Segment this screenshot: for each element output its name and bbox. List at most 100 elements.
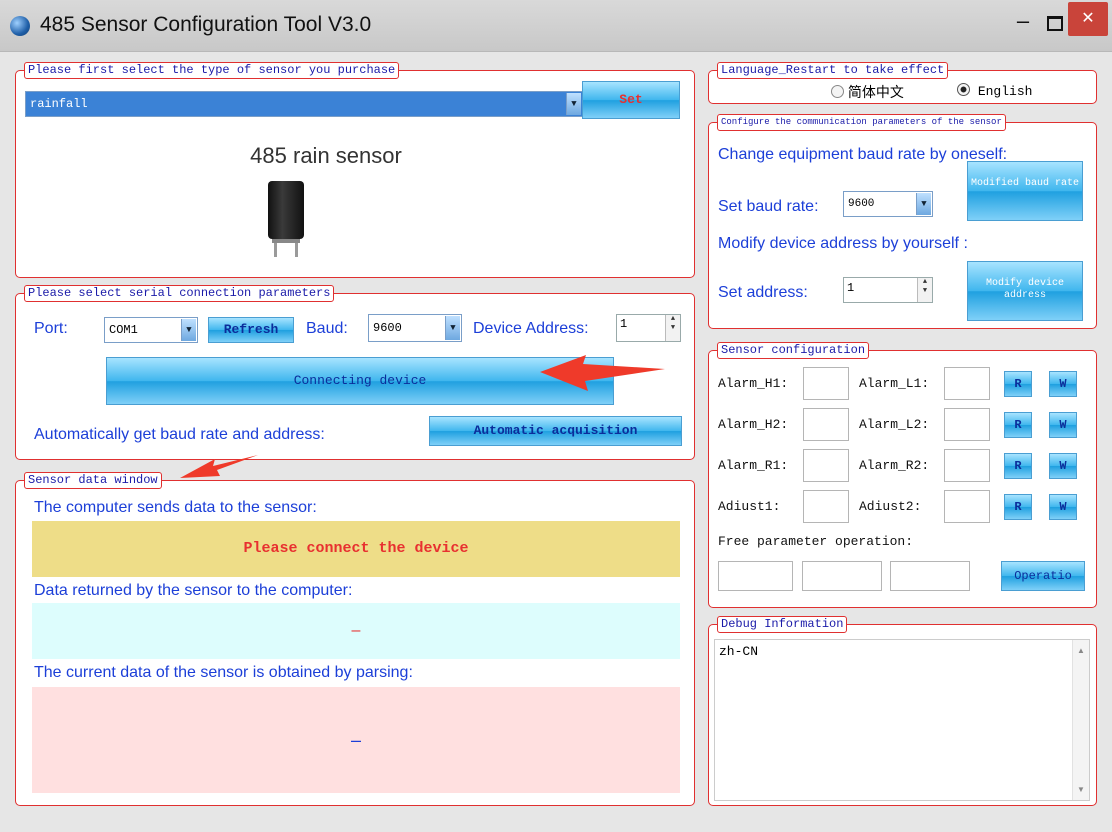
returned-data-value: – [351, 622, 361, 639]
serial-params-group: Please select serial connection paramete… [15, 285, 695, 460]
window-title: 485 Sensor Configuration Tool V3.0 [40, 13, 372, 36]
chevron-down-icon[interactable]: ▼ [181, 319, 196, 341]
alarm-h2-input[interactable] [803, 408, 849, 441]
sensor-data-window-legend: Sensor data window [24, 472, 162, 489]
device-address-label: Device Address: [473, 320, 589, 337]
alarm-l2-input[interactable] [944, 408, 990, 441]
maximize-button[interactable] [1042, 10, 1068, 36]
debug-info-legend: Debug Information [717, 616, 848, 633]
free-param-input-1[interactable] [718, 561, 793, 591]
debug-scrollbar[interactable]: ▲ ▼ [1072, 640, 1089, 800]
device-address-value: 1 [620, 317, 628, 331]
serial-params-legend: Please select serial connection paramete… [24, 285, 335, 302]
free-parameter-label: Free parameter operation: [718, 534, 914, 549]
alarm-r2-input[interactable] [944, 449, 990, 482]
operation-button[interactable]: Operatio [1001, 561, 1085, 591]
close-button[interactable]: ✕ [1068, 2, 1108, 36]
spinner-arrows-icon[interactable]: ▲ ▼ [665, 315, 680, 341]
adjust1-input[interactable] [803, 490, 849, 523]
modify-device-address-button[interactable]: Modify device address [967, 261, 1083, 321]
set-baud-label: Set baud rate: [718, 198, 819, 215]
read-row2-button[interactable]: R [1004, 412, 1032, 438]
adjust2-label: Adiust2: [859, 499, 922, 514]
debug-info-group: Debug Information zh-CN ▲ ▼ [708, 616, 1097, 806]
language-en-label: English [977, 84, 1033, 99]
write-row4-button[interactable]: W [1049, 494, 1077, 520]
device-address-spinner[interactable]: 1 ▲ ▼ [616, 314, 681, 342]
set-address-value: 1 [847, 281, 855, 295]
chevron-down-icon[interactable]: ▼ [916, 193, 931, 215]
alarm-r1-input[interactable] [803, 449, 849, 482]
alarm-l1-label: Alarm_L1: [859, 376, 930, 391]
write-row1-button[interactable]: W [1049, 371, 1077, 397]
free-param-input-2[interactable] [802, 561, 882, 591]
alarm-h2-label: Alarm_H2: [718, 417, 789, 432]
language-group: Language_Restart to take effect 简体中文 Eng… [708, 62, 1097, 104]
sensor-type-legend: Please first select the type of sensor y… [24, 62, 400, 79]
language-legend: Language_Restart to take effect [717, 62, 949, 79]
sensor-config-group: Sensor configuration Alarm_H1: Alarm_L1:… [708, 342, 1097, 608]
auto-get-label: Automatically get baud rate and address: [34, 426, 325, 443]
set-address-spinner[interactable]: 1 ▲ ▼ [843, 277, 933, 303]
returned-label: Data returned by the sensor to the compu… [34, 582, 353, 599]
port-label: Port: [34, 320, 68, 337]
port-value: COM1 [109, 323, 138, 337]
baud-select[interactable]: 9600 ▼ [368, 314, 462, 342]
parsed-data-value: – [350, 730, 361, 750]
radio-unchecked-icon[interactable] [831, 85, 844, 98]
sends-data-box: Please connect the device [32, 521, 680, 577]
chevron-down-icon[interactable]: ▼ [445, 316, 460, 340]
alarm-r2-label: Alarm_R2: [859, 458, 930, 473]
set-sensor-type-button[interactable]: Set [582, 81, 680, 119]
chevron-down-icon[interactable]: ▼ [566, 93, 581, 115]
free-param-input-3[interactable] [890, 561, 970, 591]
app-globe-icon [10, 16, 30, 36]
comm-params-group: Configure the communication parameters o… [708, 114, 1097, 329]
read-row3-button[interactable]: R [1004, 453, 1032, 479]
parsed-label: The current data of the sensor is obtain… [34, 664, 413, 681]
alarm-r1-label: Alarm_R1: [718, 458, 789, 473]
spinner-arrows-icon[interactable]: ▲ ▼ [917, 278, 932, 302]
automatic-acquisition-button[interactable]: Automatic acquisition [429, 416, 682, 446]
scroll-up-icon[interactable]: ▲ [1073, 646, 1089, 655]
sensor-type-group: Please first select the type of sensor y… [15, 62, 695, 278]
adjust1-label: Adiust1: [718, 499, 781, 514]
baud-value: 9600 [373, 321, 402, 335]
baud-label: Baud: [306, 320, 348, 337]
sensor-data-window-group: Sensor data window The computer sends da… [15, 472, 695, 806]
baud-heading: Change equipment baud rate by oneself: [718, 146, 1008, 163]
write-row3-button[interactable]: W [1049, 453, 1077, 479]
parsed-data-box: – [32, 687, 680, 793]
minimize-button[interactable]: – [1010, 10, 1036, 36]
radio-checked-icon[interactable] [957, 83, 970, 96]
set-address-label: Set address: [718, 284, 808, 301]
modified-baud-rate-button[interactable]: Modified baud rate [967, 161, 1083, 221]
sends-label: The computer sends data to the sensor: [34, 499, 317, 516]
refresh-button[interactable]: Refresh [208, 317, 294, 343]
connect-device-button[interactable]: Connecting device [106, 357, 614, 405]
language-option-cn[interactable]: 简体中文 [831, 82, 904, 102]
sensor-name: 485 rain sensor [250, 143, 402, 168]
address-heading: Modify device address by yourself : [718, 235, 968, 252]
sensor-config-legend: Sensor configuration [717, 342, 870, 359]
sends-data-value: Please connect the device [243, 540, 469, 557]
read-row1-button[interactable]: R [1004, 371, 1032, 397]
scroll-down-icon[interactable]: ▼ [1073, 785, 1089, 794]
read-row4-button[interactable]: R [1004, 494, 1032, 520]
debug-textarea[interactable]: zh-CN ▲ ▼ [714, 639, 1090, 801]
set-baud-select[interactable]: 9600 ▼ [843, 191, 933, 217]
sensor-type-select[interactable]: rainfall ▼ [25, 91, 583, 117]
sensor-type-value: rainfall [30, 97, 88, 111]
alarm-l2-label: Alarm_L2: [859, 417, 930, 432]
language-option-en[interactable]: English [957, 83, 1032, 99]
comm-params-legend: Configure the communication parameters o… [717, 114, 1006, 131]
adjust2-input[interactable] [944, 490, 990, 523]
write-row2-button[interactable]: W [1049, 412, 1077, 438]
alarm-h1-input[interactable] [803, 367, 849, 400]
debug-text: zh-CN [719, 644, 759, 659]
maximize-icon [1047, 16, 1063, 31]
alarm-h1-label: Alarm_H1: [718, 376, 789, 391]
port-select[interactable]: COM1 ▼ [104, 317, 198, 343]
alarm-l1-input[interactable] [944, 367, 990, 400]
set-baud-value: 9600 [848, 198, 875, 210]
